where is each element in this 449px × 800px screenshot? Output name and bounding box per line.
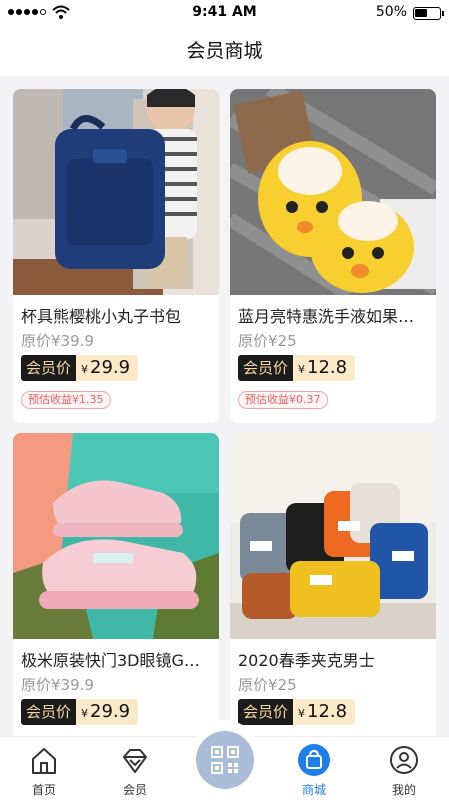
sneakers-photo[interactable]: [13, 433, 219, 639]
member-price-label: 会员价: [21, 355, 77, 381]
original-price: 原价¥25: [238, 676, 297, 694]
original-price: 原价¥25: [238, 332, 297, 350]
member-price-badge: 会员价 ¥12.8: [238, 699, 356, 725]
beanies-photo[interactable]: [230, 433, 436, 639]
member-price-label: 会员价: [21, 699, 77, 725]
member-price-value: ¥12.8: [293, 355, 356, 381]
tab-member-label: 会员: [122, 783, 147, 797]
scan-button[interactable]: [196, 731, 254, 789]
home-icon: [32, 748, 56, 774]
backpack-photo[interactable]: [13, 89, 219, 295]
qr-scan-icon: [211, 746, 239, 774]
original-price: 原价¥39.9: [21, 676, 94, 694]
battery-icon: [413, 7, 444, 20]
member-price-value: ¥29.9: [76, 355, 139, 381]
tab-mine-label: 我的: [391, 783, 416, 797]
product-name[interactable]: 2020春季夹克男士: [238, 647, 430, 671]
product-card[interactable]: 杯具熊樱桃小丸子书包 原价¥39.9 会员价 ¥29.9 预估收益¥1.35: [13, 89, 219, 423]
product-name[interactable]: 蓝月亮特惠洗手液如果…: [238, 303, 430, 327]
tab-home[interactable]: 首页: [9, 743, 79, 798]
battery-percent: 50%: [375, 4, 407, 20]
page-title: 会员商城: [0, 26, 449, 76]
product-card[interactable]: 2020春季夹克男士 原价¥25 会员价 ¥12.8: [230, 433, 436, 736]
product-name[interactable]: 杯具熊樱桃小丸子书包: [21, 303, 213, 327]
member-price-amount: 12.8: [307, 701, 348, 722]
member-price-badge: 会员价 ¥29.9: [21, 355, 139, 381]
member-price-value: ¥12.8: [293, 699, 356, 725]
member-price-badge: 会员价 ¥12.8: [238, 355, 356, 381]
currency-symbol: ¥: [298, 363, 306, 376]
original-price: 原价¥39.9: [21, 332, 94, 350]
member-price-amount: 12.8: [307, 357, 348, 378]
product-card[interactable]: 蓝月亮特惠洗手液如果… 原价¥25 会员价 ¥12.8 预估收益¥0.37: [230, 89, 436, 423]
member-price-label: 会员价: [238, 355, 294, 381]
diamond-icon: [123, 749, 147, 773]
member-price-value: ¥29.9: [76, 699, 139, 725]
tab-mall[interactable]: 商城: [279, 743, 349, 798]
currency-symbol: ¥: [298, 707, 306, 720]
currency-symbol: ¥: [81, 707, 89, 720]
tab-mine[interactable]: 我的: [369, 743, 439, 798]
user-icon: [390, 746, 418, 774]
shopping-bag-icon: [298, 744, 330, 776]
member-price-label: 会员价: [238, 699, 294, 725]
slippers-photo[interactable]: [230, 89, 436, 295]
estimated-earnings-badge: 预估收益¥1.35: [21, 391, 111, 409]
tab-mall-label: 商城: [301, 783, 326, 797]
status-bar: 9:41 AM 50%: [0, 0, 449, 26]
currency-symbol: ¥: [81, 363, 89, 376]
estimated-earnings-badge: 预估收益¥0.37: [238, 391, 328, 409]
product-name[interactable]: 极米原装快门3D眼镜G…: [21, 647, 213, 671]
tab-member[interactable]: 会员: [100, 743, 170, 798]
member-price-amount: 29.9: [90, 701, 131, 722]
product-grid: 杯具熊樱桃小丸子书包 原价¥39.9 会员价 ¥29.9 预估收益¥1.35 蓝…: [0, 76, 449, 736]
tab-home-label: 首页: [31, 783, 56, 797]
member-price-amount: 29.9: [90, 357, 131, 378]
product-card[interactable]: 极米原装快门3D眼镜G… 原价¥39.9 会员价 ¥29.9: [13, 433, 219, 736]
member-price-badge: 会员价 ¥29.9: [21, 699, 139, 725]
